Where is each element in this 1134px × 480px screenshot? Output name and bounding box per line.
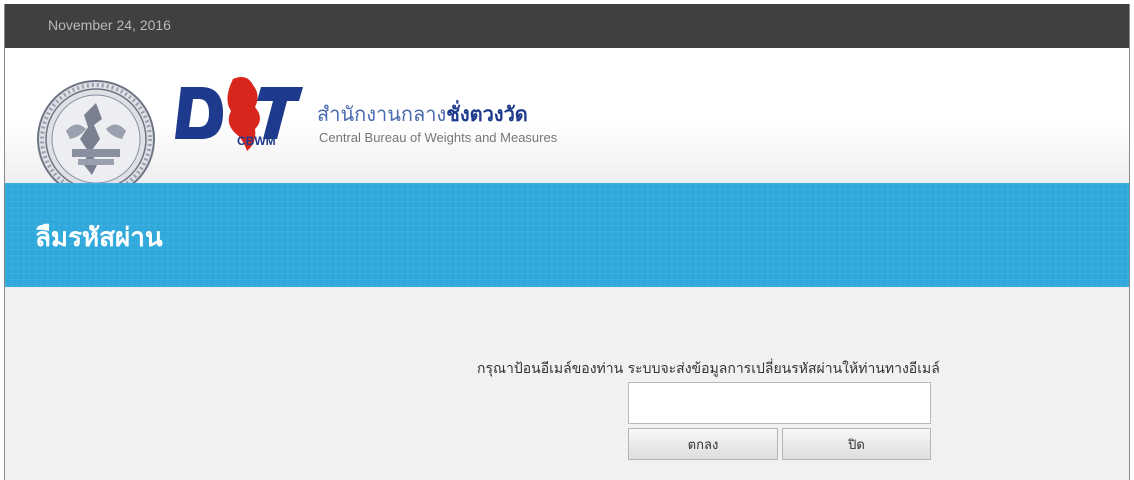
org-name-thai: สำนักงานกลางชั่งตวงวัด (317, 98, 528, 130)
page-frame: November 24, 2016 CBWM สำนักงานกลางชั่งต… (4, 4, 1130, 480)
government-seal-icon (37, 80, 155, 198)
current-date: November 24, 2016 (48, 17, 171, 33)
cbwm-label: CBWM (237, 134, 276, 148)
email-field[interactable] (628, 382, 931, 424)
form-instruction: กรุณาป้อนอีเมล์ของท่าน ระบบจะส่งข้อมูลกา… (477, 361, 940, 377)
page-banner: ลืมรหัสผ่าน (5, 183, 1129, 287)
org-name-english: Central Bureau of Weights and Measures (319, 130, 558, 145)
site-header: CBWM สำนักงานกลางชั่งตวงวัด Central Bure… (5, 48, 1129, 198)
org-name-thai-prefix: สำนักงานกลาง (317, 102, 447, 126)
page-title: ลืมรหัสผ่าน (35, 223, 163, 253)
ok-button[interactable]: ตกลง (628, 428, 778, 460)
close-button[interactable]: ปิด (782, 428, 931, 460)
top-bar: November 24, 2016 (5, 4, 1129, 48)
org-name-thai-emphasis: ชั่งตวงวัด (446, 102, 528, 126)
